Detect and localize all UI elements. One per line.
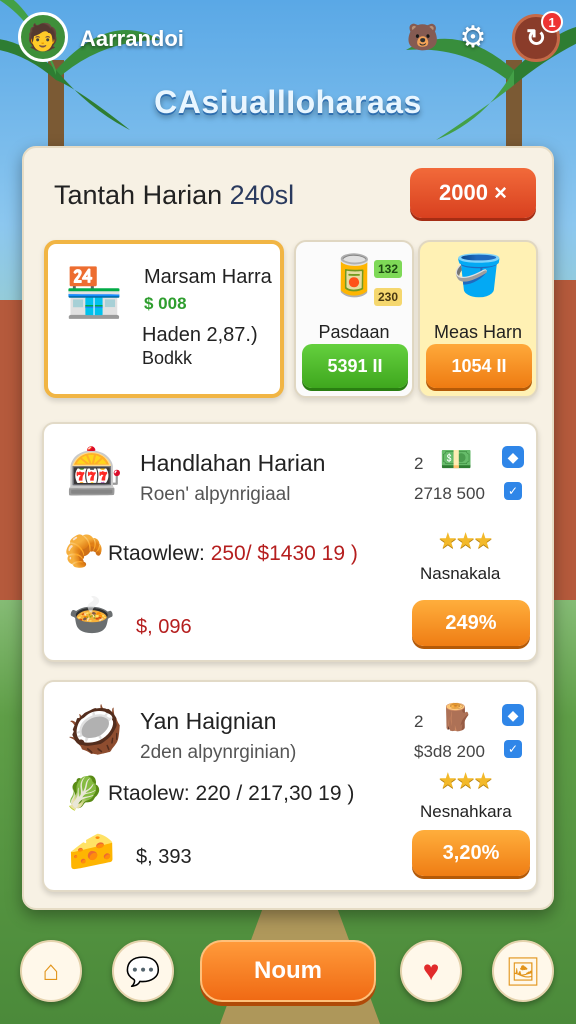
reward-label: Rtaowlew: (108, 542, 211, 565)
avatar-face-icon: 🧑 (26, 21, 60, 52)
star-rating: ★★★ (438, 768, 493, 793)
leaf-icon: 🥬 (64, 775, 104, 811)
arcade-stall-icon: 🎰 (66, 445, 124, 497)
home-icon: ⌂ (42, 955, 60, 986)
star-rating: ★★★ (438, 528, 493, 553)
quest-count: 2 (414, 712, 424, 731)
heart-icon: ♥ (422, 955, 440, 986)
top-bar: 🧑 Aarrandoi 🐻 ⚙ ↻ 1 (0, 0, 576, 80)
main-action-button[interactable]: Noum (200, 940, 376, 1002)
daily-panel: Tantah Harian 240sl 2000 × 🏪 Marsam Harr… (22, 146, 554, 910)
featured-line-2: Bodkk (142, 348, 193, 368)
quest-count: 2 (414, 454, 424, 473)
shop-buy-button[interactable]: 5391 II (302, 344, 408, 388)
chat-icon: 💬 (125, 955, 161, 987)
quest-amount: 2718 500 (414, 484, 485, 503)
quest-rank-label: Nasnakala (420, 564, 501, 583)
panel-title: Tantah Harian 240sl (54, 180, 294, 211)
photo-icon: 🖼 (505, 955, 541, 987)
featured-title: Marsam Harra (144, 266, 272, 288)
game-title: CAsiuallIoharaas (154, 84, 422, 120)
cash-icon: 💵 (440, 444, 473, 474)
quest-subtitle: Roen' alpynrigiaal (140, 484, 291, 505)
tag-icon: ◆ (502, 446, 524, 468)
quest-title: Handlahan Harian (140, 450, 326, 476)
pot-icon: 🍲 (68, 595, 116, 637)
featured-line-1: Haden 2,87.) (142, 324, 258, 346)
currency-button[interactable]: 2000 × (410, 168, 536, 218)
player-avatar[interactable]: 🧑 (18, 12, 68, 62)
quest-price: $, 393 (136, 846, 192, 868)
shop-tag-1: 132 (373, 260, 402, 278)
panel-title-text: Tantah Harian (54, 180, 223, 210)
shop-tag-2: 230 (373, 288, 402, 306)
panel-title-number: 240sl (229, 180, 295, 210)
featured-value: $ 008 (144, 294, 187, 313)
cheese-icon: 🧀 (68, 831, 116, 873)
favorites-button[interactable]: ♥ (400, 940, 462, 1002)
shop-label: Pasdaan (318, 322, 390, 342)
home-button[interactable]: ⌂ (20, 940, 82, 1002)
quest-reward: Rtaowlew: 250/ $1430 19 ) (108, 542, 358, 566)
featured-card[interactable]: 🏪 Marsam Harra $ 008 Haden 2,87.) Bodkk (44, 240, 284, 398)
check-icon: ✓ (504, 482, 522, 500)
gear-icon[interactable]: ⚙ (450, 14, 496, 60)
wood-icon: 🪵 (440, 702, 473, 732)
quest-progress-button[interactable]: 249% (412, 600, 530, 646)
quest-amount: $3d8 200 (414, 742, 485, 761)
check-icon: ✓ (504, 740, 522, 758)
food-stall-icon: 🥥 (66, 703, 124, 755)
bread-icon: 🥐 (64, 533, 104, 569)
mascot-icon[interactable]: 🐻 (400, 14, 446, 60)
quest-subtitle: 2den alpynrginian) (140, 742, 297, 763)
quest-progress-button[interactable]: 3,20% (412, 830, 530, 876)
quest-rank-label: Nesnahkara (420, 802, 512, 821)
quest-price: $, 096 (136, 616, 192, 638)
reward-value: 250/ $1430 19 ) (210, 542, 358, 565)
chat-button[interactable]: 💬 (112, 940, 174, 1002)
shop-card-pasdaan[interactable]: 🥫 132 230 Pasdaan 5391 II (294, 240, 414, 398)
quest-title: Yan Haignian (140, 708, 277, 734)
notification-badge: 1 (541, 11, 563, 33)
shop-buy-button[interactable]: 1054 II (426, 344, 532, 388)
quest-card[interactable]: 🥥 Yan Haignian 2den alpynrginian) 2 🪵 $3… (42, 680, 538, 892)
notification-button[interactable]: ↻ 1 (512, 11, 563, 62)
player-name: Aarrandoi (80, 26, 184, 51)
shop-card-meas-harn[interactable]: 🪣 Meas Harn 1054 II (418, 240, 538, 398)
shop-stall-icon: 🏪 (64, 267, 124, 320)
quest-reward: Rtaolew: 220 / 217,30 19 ) (108, 782, 355, 805)
tag-icon: ◆ (502, 704, 524, 726)
cookware-icon: 🪣 (453, 254, 503, 298)
quest-card[interactable]: 🎰 Handlahan Harian Roen' alpynrigiaal 2 … (42, 422, 538, 662)
shop-label: Meas Harn (433, 322, 523, 342)
gallery-button[interactable]: 🖼 (492, 940, 554, 1002)
